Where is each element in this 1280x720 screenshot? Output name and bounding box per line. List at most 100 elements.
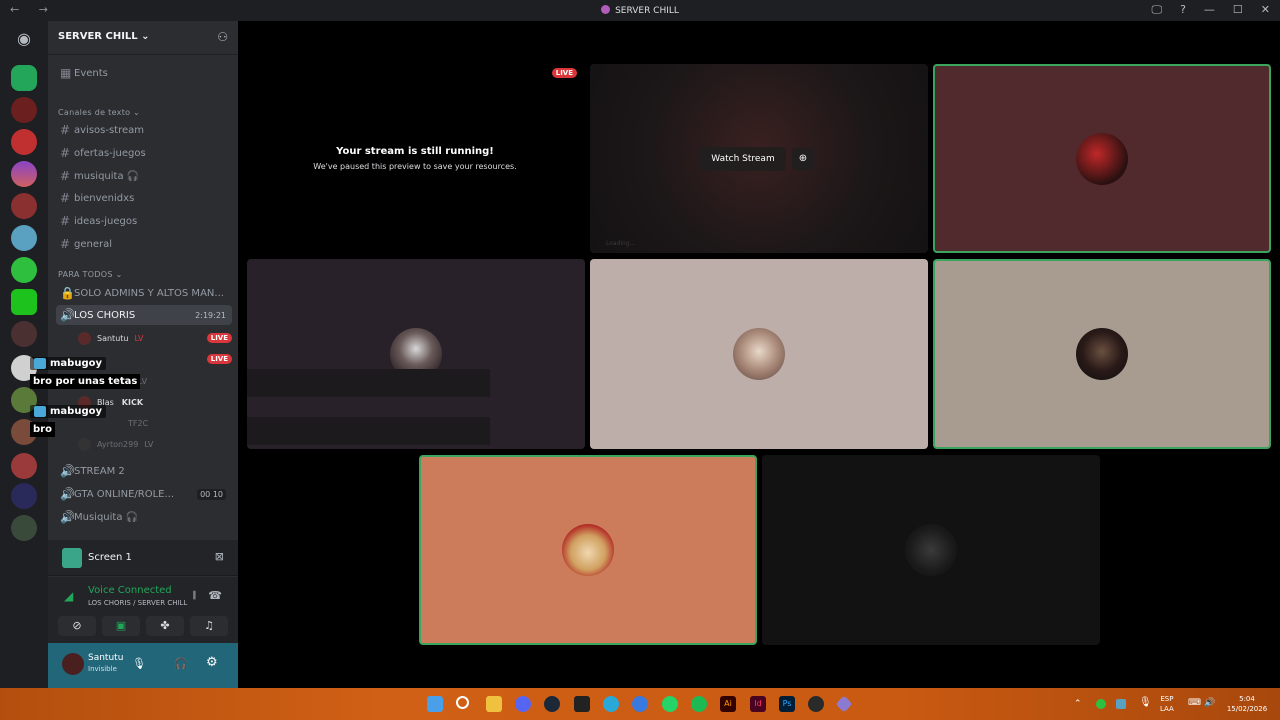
activities-button[interactable]: ✤ xyxy=(146,616,184,636)
user-name: Ayrton299 xyxy=(97,439,139,449)
server-icon[interactable] xyxy=(11,321,37,347)
language-indicator[interactable]: ESP LAA xyxy=(1160,694,1174,714)
category-text-channels[interactable]: Canales de texto ⌄ xyxy=(58,108,140,117)
voice-user-santutu[interactable]: Santutu LV LIVE xyxy=(78,329,232,347)
server-icon[interactable] xyxy=(11,257,37,283)
voice-channel-gta[interactable]: 🔊 GTA ONLINE/ROLE... 00 10 xyxy=(56,484,232,504)
user-name[interactable]: Santutu xyxy=(88,653,123,663)
tray-microphone-icon[interactable]: 🎙 xyxy=(1139,698,1152,708)
watch-stream-tile[interactable]: Watch Stream ⊕ Loading... xyxy=(590,64,928,253)
voice-user-ayrton[interactable]: Ayrton299 LV xyxy=(78,435,232,453)
server-icon[interactable] xyxy=(11,515,37,541)
discord-home-icon[interactable]: ◉ xyxy=(12,29,36,48)
soundboard-button[interactable]: ♫ xyxy=(190,616,228,636)
chat-username: mabugoy xyxy=(50,358,102,369)
app-icon[interactable] xyxy=(835,695,853,713)
network-icon[interactable]: ⌨ xyxy=(1188,698,1201,708)
epic-games-icon[interactable] xyxy=(574,696,590,712)
chat-text: bro por unas tetas xyxy=(30,374,141,389)
stream-subtext: We've paused this preview to save your r… xyxy=(313,162,517,171)
channel-musiquita[interactable]: # musiquita 🎧 xyxy=(56,166,232,186)
server-icon[interactable] xyxy=(11,129,37,155)
microphone-icon[interactable]: 🎙 xyxy=(132,657,146,670)
discord-icon[interactable] xyxy=(515,696,531,712)
help-icon[interactable]: ? xyxy=(1180,3,1186,17)
headphones-icon[interactable]: 🎧 xyxy=(174,657,188,670)
tray-chevron-icon[interactable]: ⌃ xyxy=(1074,699,1082,709)
speaker-icon: 🔊 xyxy=(60,308,75,322)
title-bar: ← → SERVER CHILL 🖵 ? — ☐ ✕ xyxy=(0,0,1280,21)
volume-icon[interactable]: 🔊 xyxy=(1204,698,1215,708)
channel-label: general xyxy=(74,238,113,250)
server-icon[interactable] xyxy=(11,225,37,251)
steam-icon[interactable] xyxy=(544,696,560,712)
edge-icon[interactable] xyxy=(603,696,619,712)
indesign-icon[interactable]: Id xyxy=(750,696,766,712)
channel-ofertas-juegos[interactable]: # ofertas-juegos xyxy=(56,143,232,163)
live-badge: LIVE xyxy=(206,333,232,343)
channel-label: ideas-juegos xyxy=(74,215,138,227)
close-button[interactable]: ✕ xyxy=(1261,3,1270,17)
participant-tile[interactable] xyxy=(933,64,1271,253)
search-icon[interactable] xyxy=(456,696,469,709)
server-icon xyxy=(601,5,611,14)
participant-tile[interactable] xyxy=(933,259,1271,449)
participant-tile[interactable] xyxy=(762,455,1100,645)
participant-tile[interactable] xyxy=(590,259,928,449)
maximize-button[interactable]: ☐ xyxy=(1233,3,1243,17)
minimize-button[interactable]: — xyxy=(1204,3,1215,17)
channel-solo-admins[interactable]: 🔒 SOLO ADMINS Y ALTOS MAN... xyxy=(56,283,232,303)
channel-avisos-stream[interactable]: # avisos-stream xyxy=(56,120,232,140)
stream-paused-tile[interactable]: LIVE Your stream is still running! We've… xyxy=(247,64,583,253)
obs-icon[interactable] xyxy=(808,696,824,712)
chat-overlay-message: mabugoy bro por unas tetas xyxy=(30,357,141,389)
voice-status[interactable]: Voice Connected xyxy=(88,585,172,596)
illustrator-icon[interactable]: Ai xyxy=(720,696,736,712)
channel-bienvenidxs[interactable]: # bienvenidxs xyxy=(56,188,232,208)
inbox-icon[interactable]: 🖵 xyxy=(1151,3,1162,17)
watch-stream-button[interactable]: Watch Stream xyxy=(700,147,786,171)
voice-channel-stream-2[interactable]: 🔊 STREAM 2 xyxy=(56,461,232,481)
settings-gear-icon[interactable]: ⚙ xyxy=(206,655,218,670)
channel-label: avisos-stream xyxy=(74,124,145,136)
events-item[interactable]: ▦ Events xyxy=(56,63,232,83)
guild-header[interactable]: SERVER CHILL ⌄ ⚇ xyxy=(48,21,238,55)
photoshop-icon[interactable]: Ps xyxy=(779,696,795,712)
file-explorer-icon[interactable] xyxy=(486,696,502,712)
user-avatar[interactable] xyxy=(62,653,84,675)
participant-tile[interactable] xyxy=(419,455,757,645)
server-icon[interactable] xyxy=(11,453,37,479)
camera-button[interactable]: ⊘ xyxy=(58,616,96,636)
server-icon[interactable] xyxy=(11,193,37,219)
app-icon[interactable] xyxy=(632,696,648,712)
channel-label: Musiquita 🎧 xyxy=(74,511,139,523)
server-icon-green[interactable] xyxy=(11,65,37,91)
events-label: Events xyxy=(74,67,108,79)
clock[interactable]: 5:04 15/02/2026 xyxy=(1224,694,1270,714)
server-icon[interactable] xyxy=(11,483,37,509)
invite-icon[interactable]: ⚇ xyxy=(217,30,228,44)
video-grid: LIVE Your stream is still running! We've… xyxy=(238,21,1280,688)
tray-app-icon[interactable] xyxy=(1116,699,1126,709)
channel-general[interactable]: # general xyxy=(56,234,232,254)
start-icon[interactable] xyxy=(427,696,443,712)
server-icon[interactable] xyxy=(11,161,37,187)
channel-ideas-juegos[interactable]: # ideas-juegos xyxy=(56,211,232,231)
signal-icon[interactable]: ◢ xyxy=(64,589,73,603)
zoom-icon[interactable]: ⊕ xyxy=(792,148,814,170)
spotify-icon[interactable] xyxy=(691,696,707,712)
tray-app-icon[interactable] xyxy=(1096,699,1106,709)
whatsapp-icon[interactable] xyxy=(662,696,678,712)
category-para-todos[interactable]: PARA TODOS ⌄ xyxy=(58,270,123,279)
voice-channel-los-choris[interactable]: 🔊 LOS CHORIS 2:19:21 xyxy=(56,305,232,325)
noise-suppression-icon[interactable]: 𝄃 xyxy=(194,589,196,603)
server-icon[interactable] xyxy=(11,97,37,123)
avatar xyxy=(78,331,91,345)
screen-share-button[interactable]: ▣ xyxy=(102,616,140,636)
disconnect-icon[interactable]: ☎ xyxy=(208,589,222,602)
voice-location[interactable]: LOS CHORIS / SERVER CHILL xyxy=(88,599,187,607)
kick-server-icon[interactable] xyxy=(11,289,37,315)
voice-channel-musiquita[interactable]: 🔊 Musiquita 🎧 xyxy=(56,507,232,527)
stop-stream-icon[interactable]: ⊠ xyxy=(215,550,224,563)
participant-tile[interactable] xyxy=(247,259,585,449)
